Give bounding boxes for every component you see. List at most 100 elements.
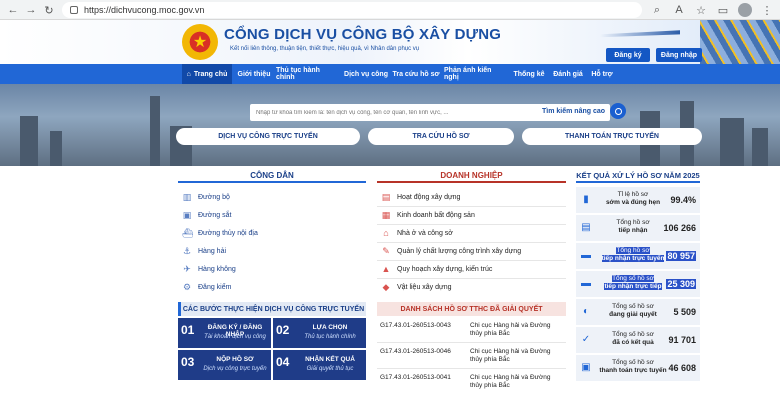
steps-heading: CÁC BƯỚC THỰC HIỆN DỊCH VỤ CÔNG TRỰC TUY… [178,302,366,316]
bar-chart-icon: ▮ [583,194,589,205]
stat-row: ▬ Tổng hồ sơ tiếp nhận trực tuyến 80 957 [576,243,700,269]
stat-label: Tổng số hồ sơ thanh toán trực tuyến [599,359,667,374]
stat-row: ▮ Tỉ lệ hồ sơ sớm và đúng hẹn 99.4% [576,187,700,213]
nav-home[interactable]: ⌂ Trang chủ [182,64,232,84]
nav-about[interactable]: Giới thiệu [234,64,274,84]
tab-icon[interactable]: ▭ [716,3,730,17]
search-icon[interactable]: ⌕ [650,3,664,17]
site-info-icon[interactable] [70,6,78,14]
citizen-heading: CÔNG DÂN [178,169,366,183]
national-emblem-icon: ★ [182,24,218,60]
step-subtitle: Giải quyết thủ tục [306,366,354,372]
nav-rating[interactable]: Đánh giá [550,64,586,84]
forward-arrow-icon[interactable]: → [24,3,38,17]
stat-label: Tổng số hồ sơ tiếp nhận trực tiếp [604,275,662,290]
business-item[interactable]: ▦ Kinh doanh bất động sản [381,207,475,223]
road-icon: ▥ [182,192,192,202]
search-bar: Tìm kiếm nâng cao [250,104,610,121]
back-arrow-icon[interactable]: ← [6,3,20,17]
step-card[interactable]: 01 ĐĂNG KÝ / ĐĂNG NHẬP Tài khoản dịch vụ… [178,318,271,348]
record-org: Chi cục Hàng hải và Đường thủy phía Bắc [470,374,551,389]
stat-label: Tỉ lệ hồ sơ sớm và đúng hẹn [605,191,661,206]
building [720,118,744,166]
stat-value: 91 701 [668,335,696,345]
main-nav: ⌂ Trang chủ Giới thiệu Thủ tục hành chính… [0,64,780,84]
step-number: 03 [181,355,195,369]
stat-row: ▬ Tổng số hồ sơ tiếp nhận trực tiếp 25 30… [576,271,700,297]
stat-value: 80 957 [666,251,696,261]
step-title: LỰA CHỌN [312,324,348,331]
airplane-icon: ✈ [183,264,191,274]
step-subtitle: Thủ tục hành chính [304,334,356,340]
nav-lookup[interactable]: Tra cứu hồ sơ [392,64,440,84]
nav-procedures[interactable]: Thủ tục hành chính [276,64,340,84]
url-text: https://dichvucong.moc.gov.vn [84,5,205,15]
star-icon[interactable]: ☆ [694,3,708,17]
citizen-item[interactable]: ▣ Đường sắt [182,207,232,223]
step-number: 02 [276,323,290,337]
business-item[interactable]: ▲ Quy hoạch xây dựng, kiến trúc [381,261,493,277]
step-title: NHẬN KẾT QUẢ [305,356,355,363]
business-heading: DOANH NGHIỆP [377,169,566,183]
search-button[interactable] [610,103,626,119]
resolved-row[interactable]: G17.43.01-260513-0043 Chi cục Hàng hải v… [377,318,566,344]
site-title: CỔNG DỊCH VỤ CÔNG BỘ XÂY DỰNG [224,26,502,43]
nav-support[interactable]: Hỗ trợ [588,64,616,84]
building [20,116,38,166]
address-bar[interactable]: https://dichvucong.moc.gov.vn [62,2,642,18]
login-button[interactable]: Đăng nhập [656,48,702,62]
site-subtitle: Kết nối liên thông, thuận tiện, thiết th… [230,46,420,52]
stat-value: 5 509 [673,307,696,317]
step-card[interactable]: 03 NỘP HỒ SƠ Dịch vụ công trực tuyến [178,350,271,380]
lookup-button[interactable]: TRA CỨU HỒ SƠ [368,128,514,145]
profile-avatar[interactable] [738,3,752,17]
real-estate-icon: ▦ [381,210,391,220]
document-icon: ▤ [581,222,591,233]
record-code: G17.43.01-260513-0043 [380,322,451,329]
step-subtitle: Tài khoản dịch vụ công [204,334,266,340]
nav-public-services[interactable]: Dịch vụ công [342,64,390,84]
airplane-graphic [600,30,680,38]
business-item[interactable]: ▤ Hoạt động xây dựng [381,189,461,205]
stat-label: Tổng số hồ sơ đã có kết quả [612,331,654,346]
stat-label: Tổng hồ sơ tiếp nhận trực tuyến [601,247,665,262]
online-icon: ▬ [581,250,591,261]
translate-icon[interactable]: A [672,3,686,17]
materials-icon: ◆ [382,282,390,292]
hero-banner: Tìm kiếm nâng cao DỊCH VỤ CÔNG TRỰC TUYẾ… [0,84,780,166]
search-input[interactable] [256,104,536,121]
step-card[interactable]: 04 NHẬN KẾT QUẢ Giải quyết thủ tục [273,350,366,380]
resolved-row[interactable]: G17.43.01-260513-0041 Chi cục Hàng hải v… [377,370,566,396]
step-title: NỘP HỒ SƠ [216,356,254,363]
browser-toolbar: ← → ↻ https://dichvucong.moc.gov.vn ⌕ A … [0,0,780,20]
resolved-row[interactable]: G17.43.01-260513-0046 Chi cục Hàng hải v… [377,344,566,370]
search-icon [614,107,622,115]
citizen-item[interactable]: ▥ Đường bộ [182,189,230,205]
citizen-item[interactable]: ⚓ Hàng hải [182,243,226,259]
step-subtitle: Dịch vụ công trực tuyến [203,366,267,372]
online-payment-button[interactable]: THANH TOÁN TRỰC TUYẾN [522,128,702,145]
payment-icon: ▣ [581,362,591,373]
menu-icon[interactable]: ⋮ [760,3,774,17]
record-org: Chi cục Hàng hải và Đường thủy phía Bắc [470,348,551,363]
nav-feedback[interactable]: Phản ánh kiến nghị [444,64,508,84]
citizen-item[interactable]: ✈ Hàng không [182,261,236,277]
reload-icon[interactable]: ↻ [42,3,56,17]
register-button[interactable]: Đăng ký [606,48,650,62]
stat-value: 106 266 [663,223,696,233]
construction-icon: ▤ [381,192,391,202]
boat-icon: ⛴ [182,228,194,238]
stat-value: 99.4% [670,195,696,205]
online-services-button[interactable]: DỊCH VỤ CÔNG TRỰC TUYẾN [176,128,360,145]
results-heading: KẾT QUẢ XỬ LÝ HỒ SƠ NĂM 2025 [576,169,700,183]
stat-row: ▤ Tổng hồ sơ tiếp nhận 106 266 [576,215,700,241]
business-item[interactable]: ✎ Quản lý chất lượng công trình xây dựng [381,243,521,259]
train-icon: ▣ [182,210,192,220]
citizen-item[interactable]: ⚙ Đăng kiểm [182,279,232,295]
citizen-item[interactable]: ⛴ Đường thủy nội địa [182,225,258,241]
nav-statistics[interactable]: Thống kê [510,64,548,84]
business-item[interactable]: ⌂ Nhà ở và công sở [381,225,453,241]
advanced-search-link[interactable]: Tìm kiếm nâng cao [542,108,605,115]
business-item[interactable]: ◆ Vật liệu xây dựng [381,279,452,295]
step-card[interactable]: 02 LỰA CHỌN Thủ tục hành chính [273,318,366,348]
